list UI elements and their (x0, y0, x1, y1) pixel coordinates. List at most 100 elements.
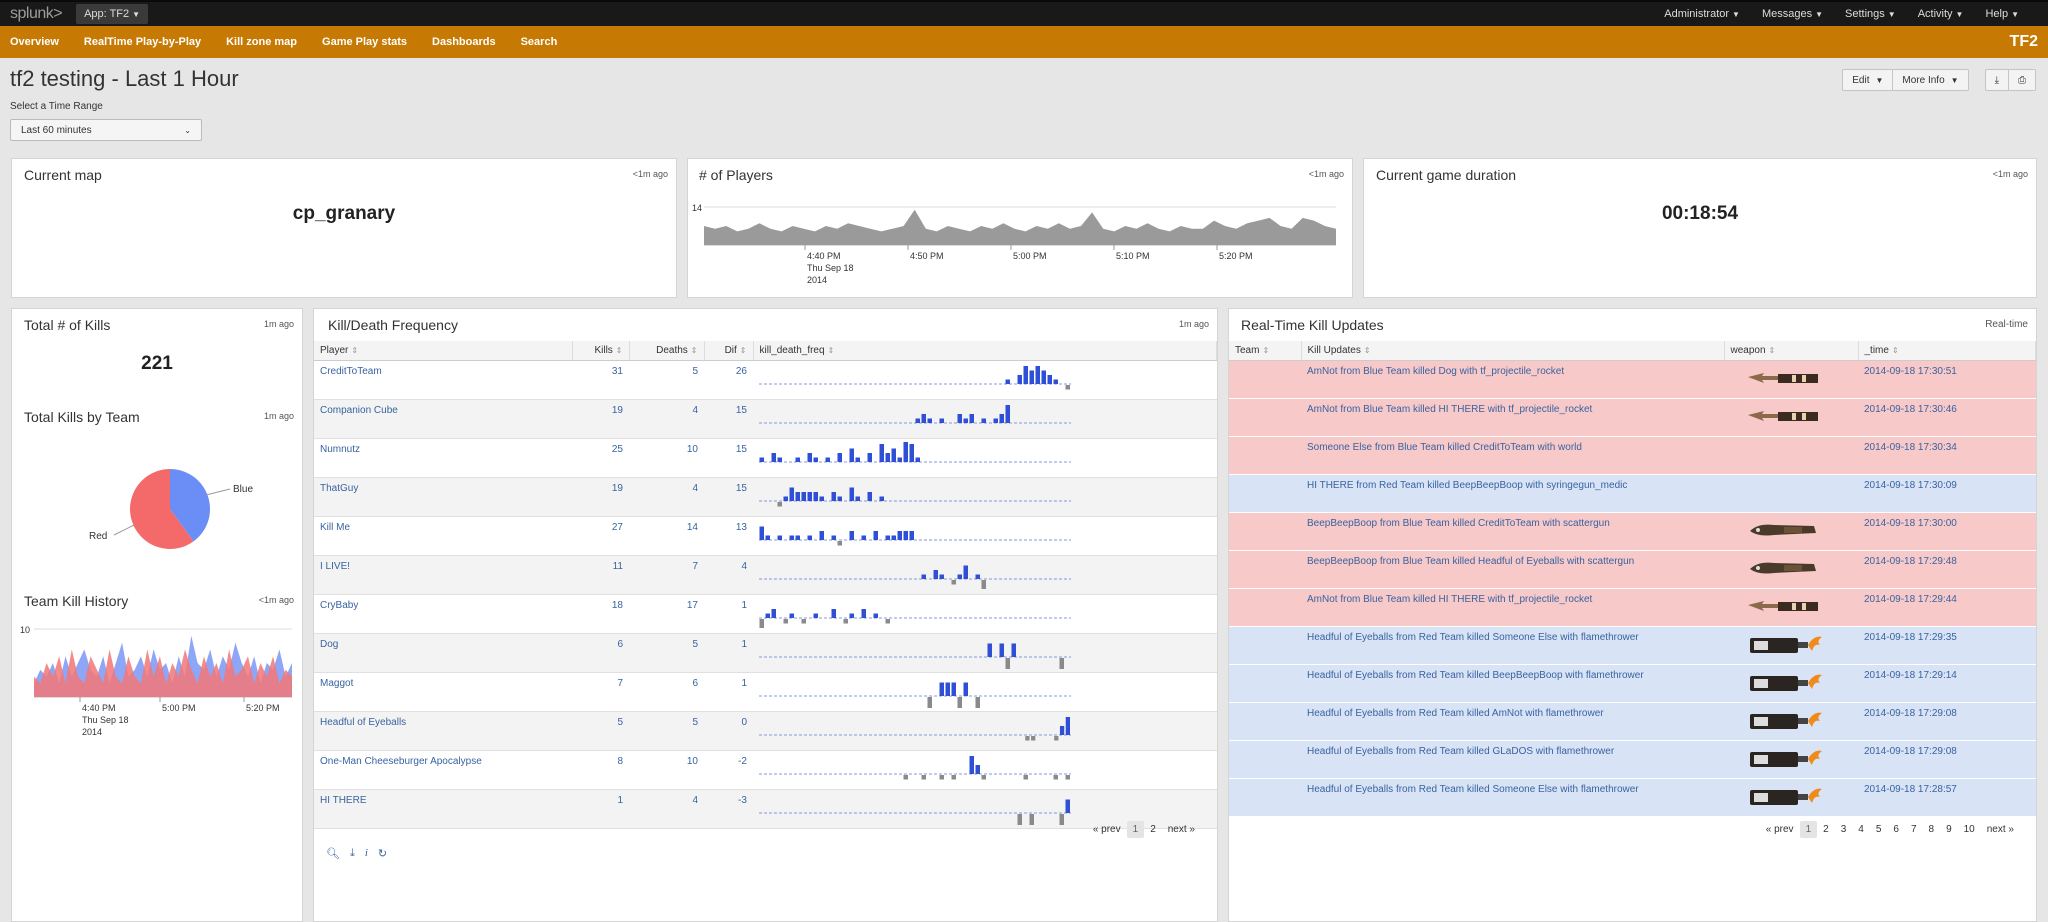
player-name[interactable]: Companion Cube (314, 399, 572, 439)
table-row[interactable]: CreditToTeam 31 5 26 (314, 360, 1217, 400)
activity-menu[interactable]: Activity ▼ (1907, 8, 1975, 20)
player-name[interactable]: Maggot (314, 672, 572, 712)
table-row[interactable]: HI THERE from Red Team killed BeepBeepBo… (1229, 474, 2036, 513)
settings-menu[interactable]: Settings ▼ (1834, 8, 1907, 20)
table-row[interactable]: AmNot from Blue Team killed HI THERE wit… (1229, 398, 2036, 437)
kill-update-text[interactable]: AmNot from Blue Team killed HI THERE wit… (1301, 588, 1724, 627)
table-row[interactable]: HI THERE 1 4 -3 (314, 789, 1217, 829)
column-header-dif[interactable]: Dif ⇕ (704, 341, 754, 361)
help-menu[interactable]: Help ▼ (1974, 8, 2030, 20)
player-name[interactable]: CryBaby (314, 594, 572, 634)
kill-update-text[interactable]: Headful of Eyeballs from Red Team killed… (1301, 702, 1724, 741)
refresh-icon[interactable]: ↻ (378, 847, 387, 860)
kill-update-text[interactable]: AmNot from Blue Team killed Dog with tf_… (1301, 360, 1724, 399)
prev-page-link[interactable]: « prev (1760, 821, 1800, 838)
column-header-deaths[interactable]: Deaths ⇕ (629, 341, 705, 361)
table-row[interactable]: Dog 6 5 1 (314, 633, 1217, 673)
kill-update-text[interactable]: Headful of Eyeballs from Red Team killed… (1301, 664, 1724, 703)
page-link-7[interactable]: 7 (1905, 821, 1923, 838)
player-name[interactable]: CreditToTeam (314, 360, 572, 400)
nav-search[interactable]: Search (521, 36, 558, 48)
table-row[interactable]: Headful of Eyeballs from Red Team killed… (1229, 778, 2036, 817)
kill-update-text[interactable]: Headful of Eyeballs from Red Team killed… (1301, 626, 1724, 665)
player-name[interactable]: ThatGuy (314, 477, 572, 517)
page-link-2[interactable]: 2 (1144, 821, 1162, 838)
edit-button[interactable]: Edit ▼ (1842, 69, 1894, 91)
player-name[interactable]: Dog (314, 633, 572, 673)
admin-menu[interactable]: Administrator ▼ (1653, 8, 1751, 20)
nav-kill-zone-map[interactable]: Kill zone map (226, 36, 297, 48)
table-row[interactable]: BeepBeepBoop from Blue Team killed Headf… (1229, 550, 2036, 589)
app-menu-button[interactable]: App: TF2 ▼ (76, 4, 149, 24)
kill-update-text[interactable]: Someone Else from Blue Team killed Credi… (1301, 436, 1724, 475)
page-link-1[interactable]: 1 (1799, 821, 1818, 838)
player-name[interactable]: Kill Me (314, 516, 572, 556)
table-row[interactable]: Headful of Eyeballs from Red Team killed… (1229, 626, 2036, 665)
messages-menu[interactable]: Messages ▼ (1751, 8, 1834, 20)
page-link-2[interactable]: 2 (1817, 821, 1835, 838)
table-row[interactable]: Someone Else from Blue Team killed Credi… (1229, 436, 2036, 475)
weapon-cell (1724, 778, 1858, 817)
search-icon[interactable]: 🔍︎ (326, 847, 340, 860)
sparkline (759, 404, 1071, 423)
nav-realtime-play[interactable]: RealTime Play-by-Play (84, 36, 201, 48)
table-row[interactable]: CryBaby 18 17 1 (314, 594, 1217, 634)
column-header-player[interactable]: Player ⇕ (314, 341, 573, 361)
table-row[interactable]: Headful of Eyeballs 5 5 0 (314, 711, 1217, 751)
table-row[interactable]: One-Man Cheeseburger Apocalypse 8 10 -2 (314, 750, 1217, 790)
player-name[interactable]: One-Man Cheeseburger Apocalypse (314, 750, 572, 790)
table-row[interactable]: AmNot from Blue Team killed Dog with tf_… (1229, 360, 2036, 399)
table-row[interactable]: ThatGuy 19 4 15 (314, 477, 1217, 517)
kill-update-text[interactable]: HI THERE from Red Team killed BeepBeepBo… (1301, 474, 1724, 513)
page-link-6[interactable]: 6 (1887, 821, 1905, 838)
page-link-10[interactable]: 10 (1958, 821, 1981, 838)
export-button[interactable]: ⤓ (1984, 69, 2009, 91)
table-row[interactable]: Maggot 7 6 1 (314, 672, 1217, 712)
table-row[interactable]: Headful of Eyeballs from Red Team killed… (1229, 702, 2036, 741)
column-header-kill-death-freq[interactable]: kill_death_freq ⇕ (753, 341, 1217, 361)
table-row[interactable]: Numnutz 25 10 15 (314, 438, 1217, 478)
column-header-kills[interactable]: Kills ⇕ (572, 341, 630, 361)
table-row[interactable]: Headful of Eyeballs from Red Team killed… (1229, 664, 2036, 703)
download-icon[interactable]: ⤓ (350, 847, 355, 860)
splunk-logo[interactable]: splunk> (10, 5, 63, 23)
kill-update-text[interactable]: BeepBeepBoop from Blue Team killed Headf… (1301, 550, 1724, 589)
kill-update-text[interactable]: Headful of Eyeballs from Red Team killed… (1301, 778, 1724, 817)
print-button[interactable]: ⎙ (2009, 69, 2036, 91)
time-cell: 2014-09-18 17:29:14 (1858, 664, 2036, 703)
table-row[interactable]: AmNot from Blue Team killed HI THERE wit… (1229, 588, 2036, 627)
time-range-picker[interactable]: Last 60 minutes ⌄ (10, 119, 202, 141)
player-name[interactable]: I LIVE! (314, 555, 572, 595)
next-page-link[interactable]: next » (1162, 821, 1201, 838)
table-row[interactable]: BeepBeepBoop from Blue Team killed Credi… (1229, 512, 2036, 551)
nav-game-play-stats[interactable]: Game Play stats (322, 36, 407, 48)
player-name[interactable]: Headful of Eyeballs (314, 711, 572, 751)
column-header-kill-updates[interactable]: Kill Updates ⇕ (1301, 341, 1725, 361)
kill-update-text[interactable]: BeepBeepBoop from Blue Team killed Credi… (1301, 512, 1724, 551)
table-row[interactable]: Headful of Eyeballs from Red Team killed… (1229, 740, 2036, 779)
page-link-3[interactable]: 3 (1835, 821, 1853, 838)
spark-bar (1029, 813, 1034, 827)
page-link-4[interactable]: 4 (1852, 821, 1870, 838)
next-page-link[interactable]: next » (1981, 821, 2020, 838)
kill-update-text[interactable]: Headful of Eyeballs from Red Team killed… (1301, 740, 1724, 779)
column-header-team[interactable]: Team ⇕ (1229, 341, 1302, 361)
nav-dashboards[interactable]: Dashboards (432, 36, 496, 48)
prev-page-link[interactable]: « prev (1087, 821, 1127, 838)
spark-bar (843, 618, 848, 623)
page-link-1[interactable]: 1 (1126, 821, 1145, 838)
nav-overview[interactable]: Overview (10, 36, 59, 48)
table-row[interactable]: Companion Cube 19 4 15 (314, 399, 1217, 439)
table-row[interactable]: Kill Me 27 14 13 (314, 516, 1217, 556)
page-link-5[interactable]: 5 (1870, 821, 1888, 838)
player-name[interactable]: Numnutz (314, 438, 572, 478)
info-icon[interactable]: i (365, 847, 368, 860)
more-info-button[interactable]: More Info ▼ (1893, 69, 1969, 91)
column-header-weapon[interactable]: weapon ⇕ (1724, 341, 1859, 361)
page-link-9[interactable]: 9 (1940, 821, 1958, 838)
column-header-time[interactable]: _time ⇕ (1858, 341, 2036, 361)
kill-update-text[interactable]: AmNot from Blue Team killed HI THERE wit… (1301, 398, 1724, 437)
player-name[interactable]: HI THERE (314, 789, 572, 829)
table-row[interactable]: I LIVE! 11 7 4 (314, 555, 1217, 595)
page-link-8[interactable]: 8 (1923, 821, 1941, 838)
